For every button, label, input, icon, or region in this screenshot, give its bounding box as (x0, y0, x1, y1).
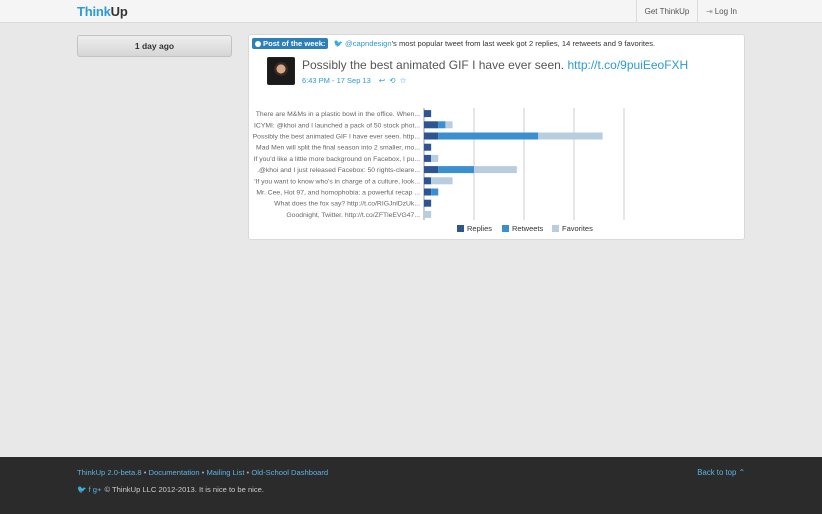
chart-category-label: Mad Men will split the final season into… (256, 145, 420, 152)
bar-replies (424, 188, 432, 196)
handle-link[interactable]: @capndesign (345, 39, 392, 48)
version-link[interactable]: ThinkUp 2.0-beta.8 (77, 468, 142, 477)
log-in-link[interactable]: ⇥ Log In (697, 0, 745, 23)
chart-category-label: Mr. Cee, Hot 97, and homophobia: a power… (256, 190, 420, 197)
tweet-link[interactable]: http://t.co/9puiEeoFXH (567, 58, 688, 72)
bar-favorites (424, 210, 432, 218)
legend-replies: Replies (457, 224, 492, 233)
bar-favorites (431, 154, 439, 162)
chart-category-label: ICYMI: @khoi and I launched a pack of 50… (254, 122, 420, 129)
bar-favorites (445, 121, 453, 129)
bar-replies (424, 110, 432, 118)
bar-favorites (538, 132, 603, 140)
tweet-text: Possibly the best animated GIF I have ev… (302, 58, 689, 72)
chart-category-label: .@khoi and I just released Facebox: 50 r… (257, 167, 420, 174)
bar-retweets (438, 121, 446, 129)
back-to-top-link[interactable]: Back to top ⌃ (697, 468, 745, 477)
legend-swatch-favorites (552, 225, 559, 232)
mailing-list-link[interactable]: Mailing List (206, 468, 244, 477)
get-thinkup-link[interactable]: Get ThinkUp (636, 0, 697, 23)
tweet-meta: 6:43 PM - 17 Sep 13 ↩ ⟲ ☆ (302, 76, 407, 85)
chart-category-label: 'If you want to know who's in charge of … (254, 178, 420, 185)
documentation-link[interactable]: Documentation (148, 468, 199, 477)
top-navbar: ThinkUp Get ThinkUp ⇥ Log In (0, 0, 822, 23)
bar-replies (424, 121, 439, 129)
avatar[interactable] (267, 57, 295, 85)
footer-links: ThinkUp 2.0-beta.8 • Documentation • Mai… (77, 468, 329, 477)
bar-replies (424, 199, 432, 207)
footer: ThinkUp 2.0-beta.8 • Documentation • Mai… (0, 457, 822, 514)
legend-retweets: Retweets (502, 224, 543, 233)
footer-copyright: 🐦 f g+ © ThinkUp LLC 2012-2013. It is nic… (77, 485, 264, 494)
bar-replies (424, 177, 432, 185)
insight-card: Post of the week: 🐦 @capndesign's most po… (248, 34, 745, 240)
tweet-timestamp-link[interactable]: 6:43 PM - 17 Sep 13 (302, 76, 371, 85)
bar-retweets (438, 166, 474, 174)
bar-retweets (431, 188, 439, 196)
bar-replies (424, 166, 439, 174)
legend-favorites: Favorites (552, 224, 593, 233)
bar-favorites (474, 166, 517, 174)
chart-category-label: There are M&Ms in a plastic bowl in the … (256, 111, 420, 118)
bar-replies (424, 143, 432, 151)
chart-category-label: Possibly the best animated GIF I have ev… (253, 134, 420, 141)
chart-category-label: If you'd like a little more background o… (254, 156, 421, 163)
bar-retweets (438, 132, 539, 140)
engagement-bar-chart: There are M&Ms in a plastic bowl in the … (253, 108, 625, 220)
chart-category-label: What does the fox say? http://t.co/RIGJn… (274, 201, 420, 208)
bar-replies (424, 154, 432, 162)
insight-headline: Post of the week: 🐦 @capndesign's most po… (252, 38, 655, 49)
twitter-icon: 🐦 (333, 39, 344, 48)
badge-dot-icon (255, 40, 261, 47)
date-group-label: 1 day ago (77, 35, 232, 57)
bar-replies (424, 132, 439, 140)
bar-favorites (431, 177, 453, 185)
legend-swatch-replies (457, 225, 464, 232)
login-arrow-icon: ⇥ (706, 7, 713, 16)
social-icons[interactable]: 🐦 f g+ (77, 485, 101, 494)
brand-logo[interactable]: ThinkUp (77, 4, 128, 19)
old-school-dashboard-link[interactable]: Old-School Dashboard (251, 468, 328, 477)
chart-category-label: Goodnight, Twitter. http://t.co/ZFTleEVG… (286, 212, 420, 219)
legend-swatch-retweets (502, 225, 509, 232)
tweet-action-icons[interactable]: ↩ ⟲ ☆ (379, 76, 407, 85)
post-of-the-week-badge: Post of the week: (252, 38, 329, 49)
